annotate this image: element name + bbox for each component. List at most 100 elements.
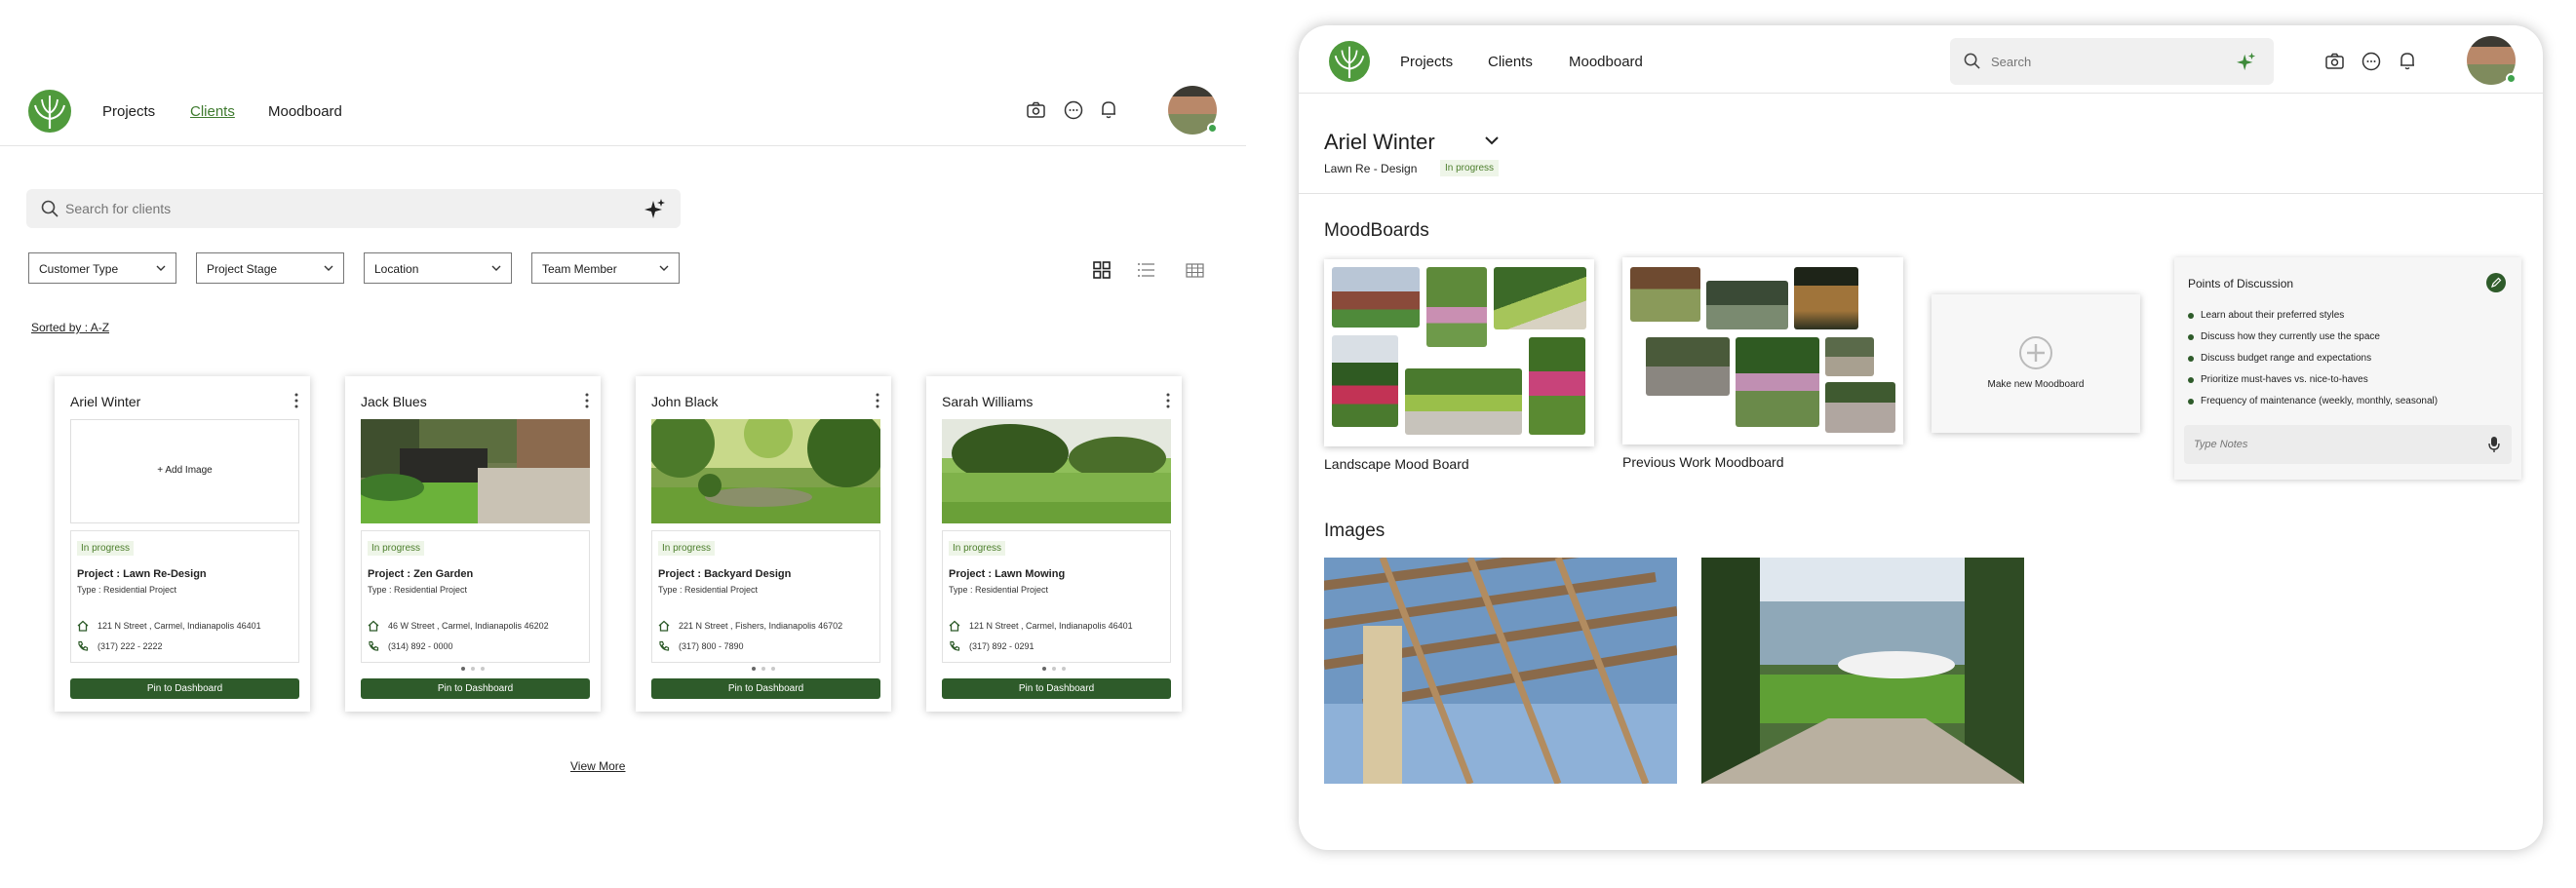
pod-item: Frequency of maintenance (weekly, monthl… — [2188, 396, 2438, 417]
nav-clients[interactable]: Clients — [190, 103, 235, 120]
home-icon — [949, 619, 960, 637]
bell-icon[interactable] — [1101, 100, 1116, 119]
home-icon — [368, 619, 379, 637]
client-search-input[interactable] — [65, 198, 611, 219]
client-photo — [942, 419, 1171, 523]
project-type: Type : Residential Project — [658, 585, 759, 595]
client-name: John Black — [651, 394, 719, 409]
gallery-image[interactable] — [1701, 558, 2024, 784]
nav-moodboard[interactable]: Moodboard — [268, 103, 342, 120]
notes-field[interactable] — [2184, 425, 2512, 464]
client-detail-window: Projects Clients Moodboard Ariel Winter … — [1299, 25, 2543, 850]
sort-label[interactable]: Sorted by : A-Z — [31, 321, 109, 334]
more-options-icon[interactable] — [876, 393, 879, 413]
nav-projects[interactable]: Projects — [102, 103, 155, 120]
nav-clients[interactable]: Clients — [1488, 54, 1533, 70]
global-search-bar[interactable] — [1950, 38, 2274, 85]
pin-to-dashboard-button[interactable]: Pin to Dashboard — [942, 678, 1171, 699]
client-name: Sarah Williams — [942, 394, 1034, 409]
make-new-moodboard-label: Make new Moodboard — [1987, 379, 2085, 390]
project-type: Type : Residential Project — [368, 585, 468, 595]
camera-icon[interactable] — [2325, 53, 2344, 69]
search-icon — [1964, 53, 1980, 69]
pin-to-dashboard-button[interactable]: Pin to Dashboard — [651, 678, 880, 699]
make-new-moodboard-button[interactable]: Make new Moodboard — [1932, 294, 2140, 433]
carousel-dots[interactable] — [345, 667, 601, 671]
client-card[interactable]: John Black In progress Project : Backyar… — [636, 376, 891, 712]
chevron-down-icon[interactable] — [1484, 135, 1500, 146]
client-phone: (317) 800 - 7890 — [679, 641, 744, 651]
client-card[interactable]: Sarah Williams In progress Project : Law… — [926, 376, 1182, 712]
nav-projects[interactable]: Projects — [1400, 54, 1453, 70]
filter-team-member[interactable]: Team Member — [531, 252, 680, 284]
left-top-nav — [0, 78, 1246, 146]
pod-item: Discuss how they currently use the space — [2188, 331, 2438, 353]
bell-icon[interactable] — [2400, 52, 2415, 70]
project-type: Type : Residential Project — [949, 585, 1049, 595]
moodboard-title[interactable]: Previous Work Moodboard — [1622, 454, 1783, 470]
add-image-button[interactable]: + Add Image — [70, 419, 299, 523]
project-info: In progress Project : Lawn Re-Design Typ… — [70, 530, 299, 663]
pin-to-dashboard-button[interactable]: Pin to Dashboard — [361, 678, 590, 699]
client-name: Jack Blues — [361, 394, 427, 409]
list-view-icon[interactable] — [1138, 262, 1155, 278]
company-logo[interactable] — [28, 90, 71, 133]
gallery-image[interactable] — [1324, 558, 1677, 784]
client-address: 46 W Street , Carmel, Indianapolis 46202 — [388, 621, 549, 631]
company-logo[interactable] — [1329, 41, 1370, 82]
microphone-icon[interactable] — [2488, 436, 2500, 453]
more-options-icon[interactable] — [294, 393, 298, 413]
filter-label: Customer Type — [39, 262, 119, 276]
carousel-dots[interactable] — [926, 667, 1182, 671]
client-address: 121 N Street , Carmel, Indianapolis 4640… — [98, 621, 261, 631]
images-heading: Images — [1324, 521, 1386, 541]
notes-input[interactable] — [2194, 435, 2467, 454]
chevron-down-icon — [491, 259, 501, 280]
camera-icon[interactable] — [1027, 101, 1045, 118]
moodboard-card-previous-work[interactable] — [1622, 257, 1903, 444]
filter-customer-type[interactable]: Customer Type — [28, 252, 176, 284]
ai-sparkle-icon[interactable] — [644, 198, 666, 219]
client-name-title: Ariel Winter — [1324, 130, 1435, 154]
user-avatar[interactable] — [2467, 36, 2517, 85]
nav-moodboard[interactable]: Moodboard — [1569, 54, 1643, 70]
chat-icon[interactable] — [1064, 100, 1083, 120]
chevron-down-icon — [156, 259, 166, 280]
chevron-down-icon — [659, 259, 669, 280]
client-search-bar[interactable] — [26, 189, 681, 228]
chat-icon[interactable] — [2361, 52, 2381, 71]
table-view-icon[interactable] — [1186, 263, 1204, 278]
pod-list: Learn about their preferred styles Discu… — [2188, 310, 2438, 417]
chevron-down-icon — [324, 259, 333, 280]
grid-view-icon[interactable] — [1093, 261, 1111, 279]
carousel-dots[interactable] — [636, 667, 891, 671]
pod-item: Prioritize must-haves vs. nice-to-haves — [2188, 374, 2438, 396]
phone-icon — [658, 639, 670, 657]
view-more-link[interactable]: View More — [570, 759, 625, 773]
phone-icon — [77, 639, 89, 657]
moodboard-card-landscape[interactable] — [1324, 259, 1594, 446]
filter-project-stage[interactable]: Project Stage — [196, 252, 344, 284]
project-info: In progress Project : Backyard Design Ty… — [651, 530, 880, 663]
filter-label: Project Stage — [207, 262, 278, 276]
pod-title: Points of Discussion — [2188, 277, 2294, 290]
client-phone: (317) 222 - 2222 — [98, 641, 163, 651]
more-options-icon[interactable] — [585, 393, 589, 413]
client-card[interactable]: Ariel Winter + Add Image In progress Pro… — [55, 376, 310, 712]
filter-location[interactable]: Location — [364, 252, 512, 284]
global-search-input[interactable] — [1991, 51, 2215, 72]
client-card[interactable]: Jack Blues In progress Project : Zen Gar… — [345, 376, 601, 712]
user-avatar[interactable] — [1168, 86, 1218, 135]
pin-to-dashboard-button[interactable]: Pin to Dashboard — [70, 678, 299, 699]
home-icon — [658, 619, 670, 637]
right-top-nav — [1299, 25, 2543, 94]
client-phone: (317) 892 - 0291 — [969, 641, 1034, 651]
search-icon — [41, 200, 59, 217]
status-badge: In progress — [949, 541, 1006, 556]
client-name: Ariel Winter — [70, 394, 141, 409]
edit-icon[interactable] — [2486, 273, 2506, 292]
moodboard-title[interactable]: Landscape Mood Board — [1324, 456, 1469, 472]
ai-sparkle-icon[interactable] — [2237, 52, 2256, 71]
more-options-icon[interactable] — [1166, 393, 1170, 413]
add-image-label: Add Image — [165, 465, 213, 476]
